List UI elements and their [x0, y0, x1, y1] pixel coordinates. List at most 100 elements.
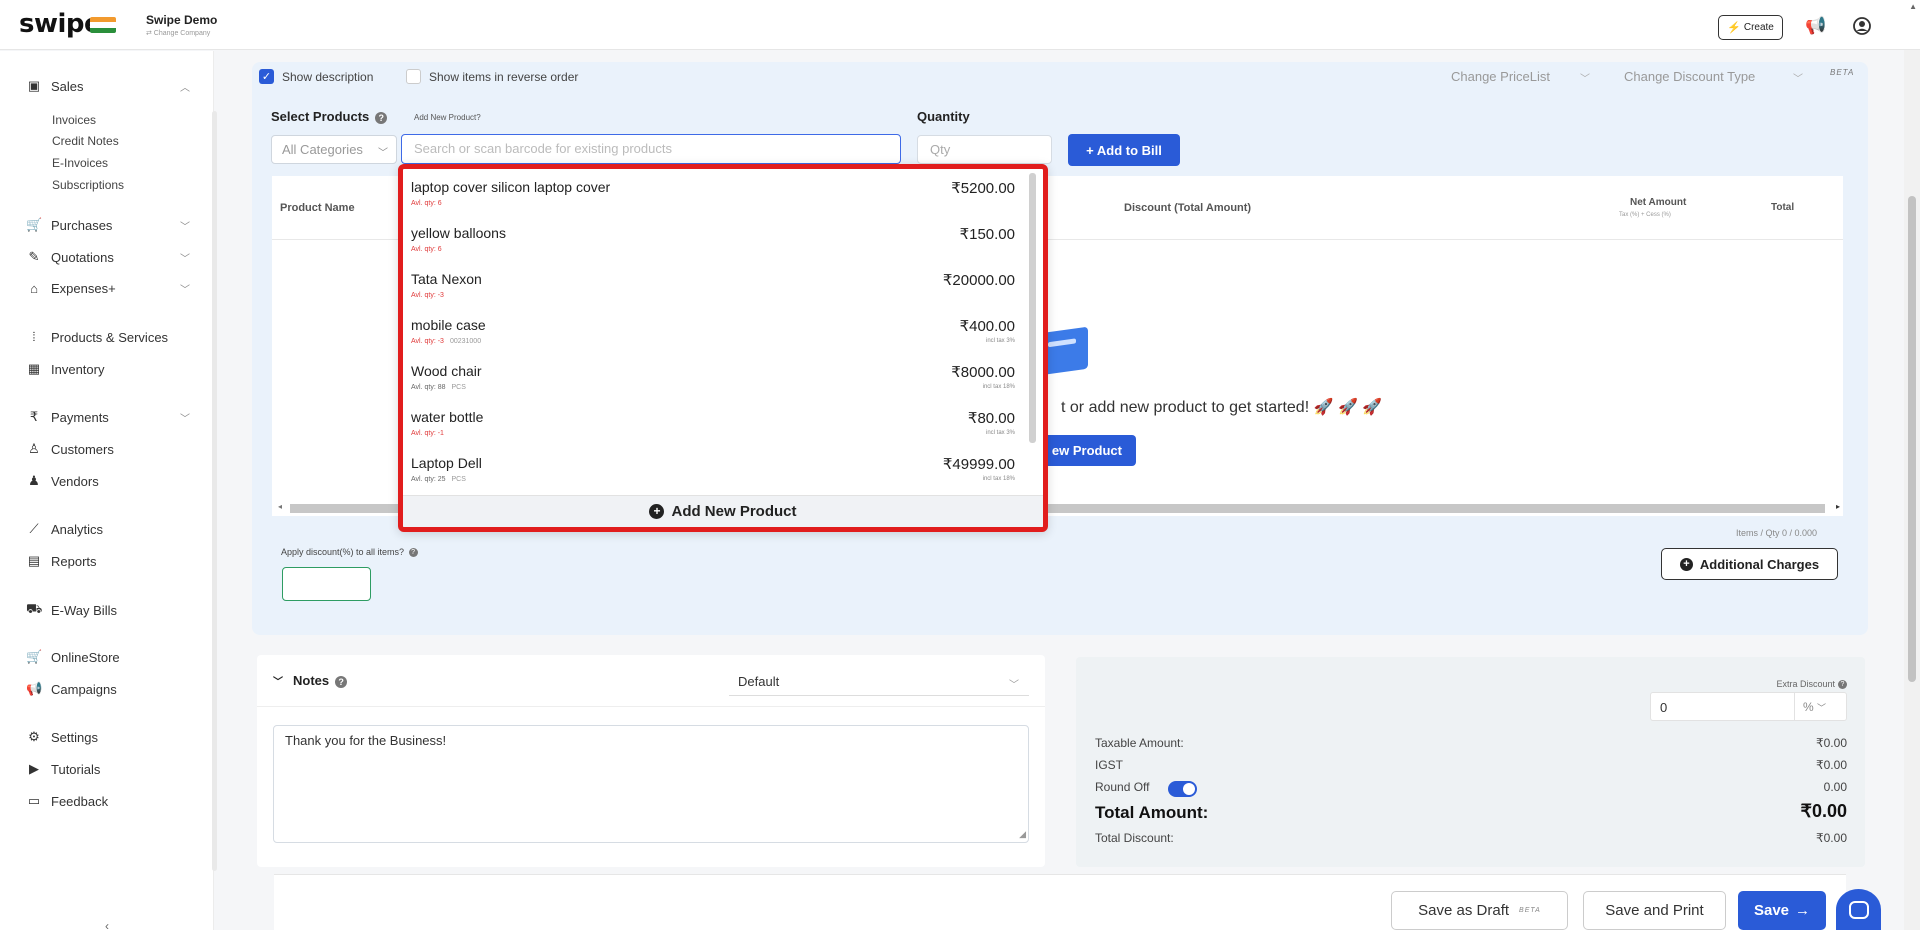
product-suggestion-item[interactable]: Wood chair Avl. qty: 88 PCS ₹8000.00 incl ta… — [403, 358, 1023, 404]
change-company-link[interactable]: ⇄ Change Company — [146, 29, 210, 37]
help-icon[interactable]: ? — [408, 548, 418, 558]
beta-badge: BETA — [1519, 907, 1541, 914]
change-discount-type-select[interactable]: Change Discount Type — [1624, 69, 1755, 84]
page-scrollbar-thumb[interactable] — [1908, 196, 1916, 682]
product-search-input[interactable]: Search or scan barcode for existing prod… — [401, 134, 901, 164]
chevron-down-icon: ﹀ — [180, 285, 190, 296]
create-button[interactable]: ⚡ Create — [1718, 15, 1783, 40]
checkbox-unchecked-icon[interactable] — [406, 69, 421, 84]
sidebar-item-payments[interactable]: ₹ Payments ﹀ — [26, 409, 190, 425]
add-new-product-button[interactable]: ew Product — [1033, 435, 1136, 466]
checkbox-checked-icon[interactable]: ✓ — [259, 69, 274, 84]
save-draft-label: Save as Draft — [1418, 902, 1510, 919]
save-button[interactable]: Save → — [1738, 891, 1826, 930]
column-header-net-amount: Net Amount — [1630, 197, 1687, 208]
sidebar-item-label: Vendors — [51, 473, 99, 489]
sidebar-item-tutorials[interactable]: ▶ Tutorials — [26, 761, 100, 777]
available-qty-value: Avl. qty: 6 — [411, 200, 442, 207]
save-as-draft-button[interactable]: Save as Draft BETA — [1391, 891, 1568, 930]
rupee-icon: ₹ — [29, 409, 39, 424]
product-suggestion-item[interactable]: laptop cover silicon laptop cover Avl. qt… — [403, 174, 1023, 220]
resize-grip-icon[interactable]: ◢ — [1019, 829, 1026, 840]
sidebar-item-feedback[interactable]: ▭ Feedback — [26, 793, 108, 809]
swipe-logo[interactable]: swipe — [19, 9, 102, 39]
sidebar-item-products[interactable]: ⦙ Products & Services — [26, 329, 169, 345]
additional-charges-button[interactable]: + Additional Charges — [1661, 548, 1838, 580]
extra-discount-input[interactable]: 0 — [1650, 692, 1795, 721]
product-suggestion-item[interactable]: Laptop Dell Avl. qty: 25 PCS ₹49999.00 incl … — [403, 450, 1023, 495]
sidebar-item-purchases[interactable]: 🛒 Purchases ﹀ — [26, 217, 190, 233]
chevron-down-icon: ﹀ — [1009, 680, 1019, 691]
sidebar-item-reports[interactable]: ▤ Reports — [26, 553, 97, 569]
quantity-input[interactable]: Qty — [917, 135, 1052, 164]
chevron-down-icon: ﹀ — [1580, 74, 1590, 85]
select-products-label: Select Products? — [271, 109, 388, 124]
chevron-down-icon: ﹀ — [180, 413, 190, 425]
megaphone-icon[interactable]: 📢 — [1804, 14, 1828, 38]
sidebar-item-vendors[interactable]: ♟ Vendors — [26, 473, 99, 489]
notes-template-select[interactable]: Default ﹀ — [729, 667, 1029, 696]
sidebar-item-analytics[interactable]: ⟋ Analytics — [26, 521, 103, 537]
show-description-option[interactable]: ✓ Show description — [259, 69, 373, 84]
sidebar-item-quotations[interactable]: ✎ Quotations ﹀ — [26, 249, 190, 265]
chat-support-button[interactable] — [1836, 889, 1881, 930]
sidebar-item-settings[interactable]: ⚙ Settings — [26, 729, 98, 745]
help-icon[interactable]: ? — [375, 111, 388, 124]
save-and-print-button[interactable]: Save and Print — [1583, 891, 1726, 930]
help-icon[interactable]: ? — [1838, 680, 1847, 690]
apply-discount-input[interactable] — [282, 567, 371, 601]
sidebar-sub-invoices[interactable]: Invoices — [52, 113, 96, 127]
product-code: PCS — [451, 476, 466, 483]
notes-divider — [257, 706, 1045, 707]
igst-label: IGST — [1095, 758, 1124, 772]
sidebar-sub-credit-notes[interactable]: Credit Notes — [52, 134, 119, 148]
available-qty: Avl. qty: -3 — [411, 292, 444, 299]
extra-discount-text: Extra Discount — [1776, 679, 1835, 689]
add-to-bill-button[interactable]: + Add to Bill — [1068, 134, 1180, 166]
product-suggestion-item[interactable]: yellow balloons Avl. qty: 6 ₹150.00 — [403, 220, 1023, 266]
tag-icon: ⌂ — [30, 281, 38, 296]
dropdown-add-new-product-button[interactable]: + Add New Product — [403, 495, 1043, 527]
sidebar-item-label: Quotations — [51, 249, 114, 265]
sidebar-item-sales[interactable]: ▣ Sales ︿ — [26, 78, 190, 94]
category-select[interactable]: All Categories ﹀ — [271, 135, 397, 164]
scroll-left-arrow-icon[interactable]: ◂ — [278, 502, 282, 511]
plus-circle-icon: + — [1679, 557, 1693, 571]
sidebar-item-eway-bills[interactable]: ⛟ E-Way Bills — [26, 601, 117, 619]
sidebar-item-campaigns[interactable]: 📢 Campaigns — [26, 681, 117, 697]
taxable-amount-value: ₹0.00 — [1816, 736, 1847, 750]
sidebar-item-onlinestore[interactable]: 🛒 OnlineStore — [26, 649, 120, 665]
notes-header[interactable]: ﹀ Notes? — [273, 673, 348, 688]
help-icon[interactable]: ? — [335, 675, 348, 688]
add-new-product-link[interactable]: Add New Product? — [414, 113, 481, 122]
reverse-order-option[interactable]: Show items in reverse order — [406, 69, 578, 84]
notes-textarea[interactable]: Thank you for the Business! ◢ — [273, 725, 1029, 843]
sidebar-item-inventory[interactable]: ▦ Inventory — [26, 361, 105, 377]
product-name: laptop cover silicon laptop cover — [411, 179, 611, 195]
chevron-down-icon: ﹀ — [180, 221, 190, 233]
product-suggestion-item[interactable]: mobile case Avl. qty: -3 00231000 ₹400.00 in… — [403, 312, 1023, 358]
product-suggestion-list: laptop cover silicon laptop cover Avl. qt… — [403, 169, 1043, 495]
sidebar-sub-subscriptions[interactable]: Subscriptions — [52, 178, 124, 192]
product-name: Laptop Dell — [411, 455, 482, 471]
sidebar-scrollbar[interactable] — [212, 111, 217, 871]
scroll-right-arrow-icon[interactable]: ▸ — [1836, 502, 1840, 511]
user-icon: ♙ — [28, 441, 40, 456]
sidebar-sub-e-invoices[interactable]: E-Invoices — [52, 156, 108, 170]
scroll-up-arrow-icon[interactable]: ▲ — [1909, 2, 1917, 11]
page-scrollbar[interactable] — [1904, 50, 1920, 930]
collapse-sidebar-icon[interactable]: ‹ — [105, 919, 109, 930]
dropdown-scrollbar[interactable] — [1029, 173, 1036, 443]
sales-icon: ▣ — [27, 78, 41, 93]
product-suggestion-item[interactable]: water bottle Avl. qty: -1 ₹80.00 incl tax 3… — [403, 404, 1023, 450]
round-off-toggle[interactable] — [1168, 781, 1197, 797]
available-qty: Avl. qty: 6 — [411, 246, 442, 253]
change-pricelist-select[interactable]: Change PriceList — [1451, 69, 1550, 84]
sidebar-item-customers[interactable]: ♙ Customers — [26, 441, 114, 457]
sidebar-item-expenses[interactable]: ⌂ Expenses+ ﹀ — [26, 281, 190, 296]
user-profile-icon[interactable] — [1850, 14, 1874, 38]
extra-discount-unit-select[interactable]: % ﹀ — [1795, 692, 1847, 721]
company-name[interactable]: Swipe Demo — [146, 13, 217, 27]
product-suggestion-item[interactable]: Tata Nexon Avl. qty: -3 ₹20000.00 — [403, 266, 1023, 312]
product-price: ₹150.00 — [959, 226, 1015, 243]
